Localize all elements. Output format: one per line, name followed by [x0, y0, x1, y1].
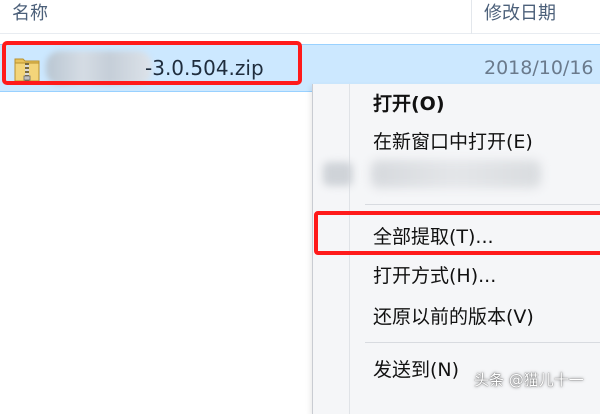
menu-separator [365, 204, 600, 205]
menu-item-open[interactable]: 打开(O) [373, 86, 445, 122]
menu-item-restore-previous[interactable]: 还原以前的版本(V) [373, 299, 534, 335]
menu-item-redacted[interactable] [313, 152, 600, 196]
watermark: 头条 @猫儿十一 [474, 371, 584, 389]
annotation-box-extract-all [314, 211, 600, 255]
menu-item-open-with[interactable]: 打开方式(H)... [373, 258, 496, 294]
menu-item-send-to[interactable]: 发送到(N) [373, 352, 459, 388]
redacted-label [371, 160, 541, 188]
date-column-header[interactable]: 修改日期 [484, 0, 556, 33]
redacted-icon [323, 162, 353, 186]
menu-separator [365, 342, 600, 343]
column-header: 名称 修改日期 [0, 0, 600, 34]
column-divider[interactable] [471, 0, 472, 34]
name-column-header[interactable]: 名称 [12, 0, 48, 33]
annotation-box-file [2, 41, 302, 85]
